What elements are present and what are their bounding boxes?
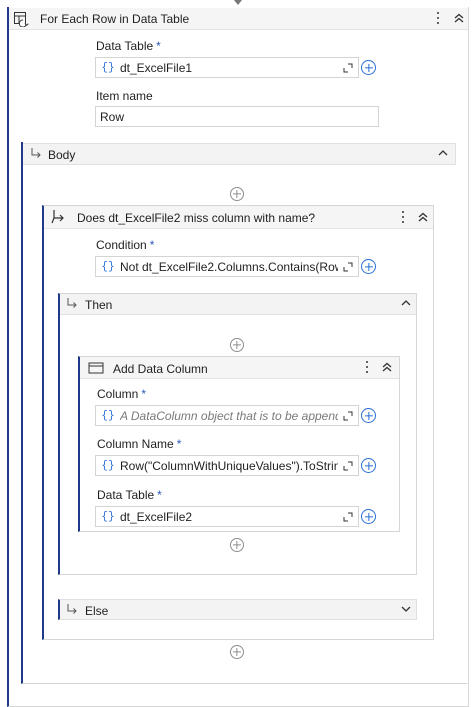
column-name-field[interactable]: {} Row("ColumnWithUniqueValues").ToStrin…: [95, 455, 359, 476]
then-collapse-icon[interactable]: [400, 297, 412, 312]
column-name-value: Row("ColumnWithUniqueValues").ToString: [120, 458, 338, 473]
body-arrow-icon: [30, 147, 42, 162]
condition-label: Condition *: [96, 238, 155, 252]
top-connector-arrow: [234, 0, 242, 5]
then-section-header[interactable]: [60, 294, 416, 315]
add-column-data-table-field[interactable]: {} dt_ExcelFile2: [95, 506, 359, 527]
add-column-data-table-add-icon[interactable]: [361, 509, 376, 524]
expression-brace-icon: {}: [101, 459, 115, 472]
data-column-icon: [88, 361, 104, 378]
add-column-data-table-value: dt_ExcelFile2: [120, 509, 193, 524]
add-activity-icon[interactable]: [230, 645, 244, 659]
then-label: Then: [85, 298, 113, 312]
foreach-data-table-value: dt_ExcelFile1: [120, 60, 193, 75]
expand-editor-icon[interactable]: [338, 461, 358, 471]
foreach-data-table-add-icon[interactable]: [361, 60, 376, 75]
else-expand-icon[interactable]: [400, 603, 412, 618]
if-activity-title: Does dt_ExcelFile2 miss column with name…: [77, 211, 316, 225]
expand-editor-icon[interactable]: [338, 63, 358, 73]
column-placeholder: A DataColumn object that is to be append…: [120, 408, 338, 423]
add-column-collapse-icon[interactable]: [380, 360, 394, 377]
foreach-data-table-field[interactable]: {} dt_ExcelFile1: [95, 57, 359, 78]
expand-editor-icon[interactable]: [338, 262, 358, 272]
column-field[interactable]: {} A DataColumn object that is to be app…: [95, 405, 359, 426]
expand-editor-icon[interactable]: [338, 411, 358, 421]
if-branch-icon: [50, 209, 66, 228]
foreach-table-icon: [13, 11, 29, 28]
expand-editor-icon[interactable]: [338, 512, 358, 522]
foreach-title: For Each Row in Data Table: [40, 12, 190, 26]
foreach-item-name-field[interactable]: Row: [95, 106, 379, 127]
expression-brace-icon: {}: [101, 510, 115, 523]
column-name-add-icon[interactable]: [361, 458, 376, 473]
column-name-label: Column Name *: [97, 437, 182, 451]
else-label: Else: [85, 604, 109, 618]
expression-brace-icon: {}: [101, 61, 115, 74]
expression-brace-icon: {}: [101, 260, 115, 273]
add-column-data-table-label: Data Table *: [97, 488, 162, 502]
add-activity-icon[interactable]: [230, 538, 244, 552]
add-column-more-options-icon[interactable]: [362, 360, 372, 376]
else-section-header[interactable]: [58, 599, 417, 620]
body-collapse-icon[interactable]: [437, 147, 449, 162]
foreach-data-table-label: Data Table *: [96, 39, 161, 53]
if-more-options-icon[interactable]: [398, 210, 408, 226]
body-label: Body: [48, 148, 76, 162]
if-collapse-icon[interactable]: [416, 210, 430, 227]
add-data-column-title: Add Data Column: [113, 362, 208, 376]
condition-field[interactable]: {} Not dt_ExcelFile2.Columns.Contains(Ro…: [95, 256, 359, 277]
column-add-icon[interactable]: [361, 408, 376, 423]
add-activity-icon[interactable]: [230, 187, 244, 201]
foreach-collapse-icon[interactable]: [452, 11, 466, 28]
else-arrow-icon: [66, 603, 78, 618]
condition-value: Not dt_ExcelFile2.Columns.Contains(Row(": [120, 259, 338, 274]
column-label: Column *: [97, 387, 147, 401]
foreach-more-options-icon[interactable]: [433, 11, 443, 27]
expression-brace-icon: {}: [101, 409, 115, 422]
body-section-header[interactable]: [23, 143, 456, 165]
condition-add-icon[interactable]: [361, 259, 376, 274]
add-activity-icon[interactable]: [230, 338, 244, 352]
then-arrow-icon: [66, 297, 78, 312]
foreach-item-name-value: Row: [100, 109, 125, 124]
foreach-item-name-label: Item name: [96, 89, 153, 103]
